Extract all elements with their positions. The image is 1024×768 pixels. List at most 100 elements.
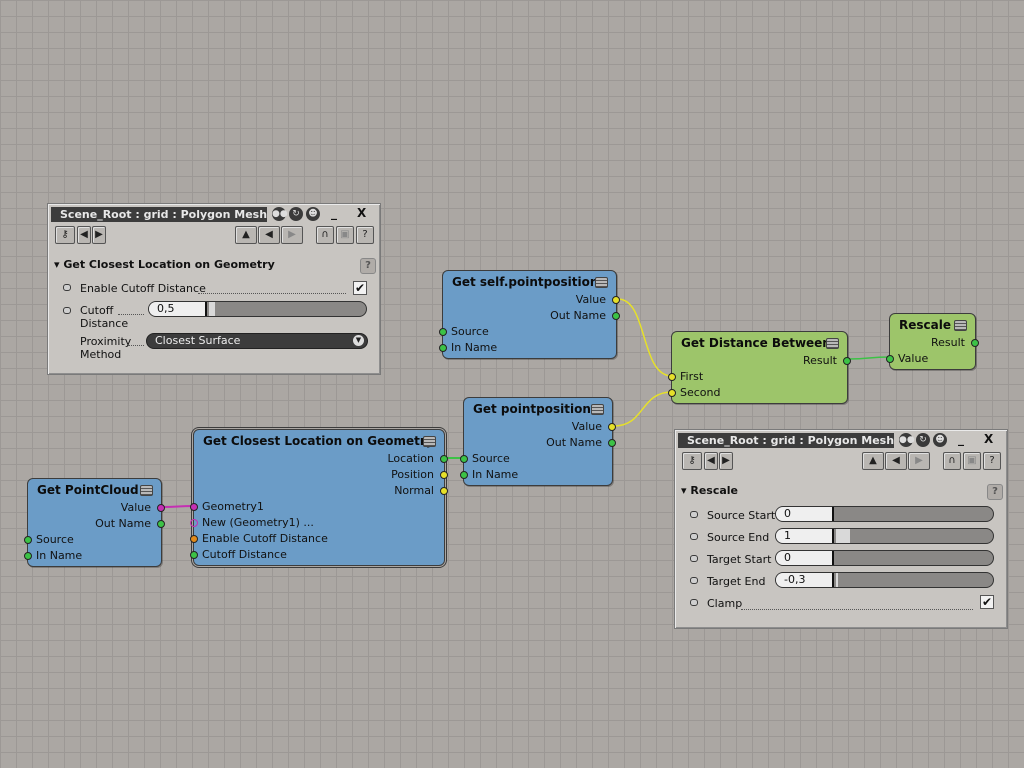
out-port-location[interactable] (440, 455, 448, 463)
node-get-self-pointposition[interactable]: Get self.pointposition Value Out Name So… (439, 270, 620, 359)
in-port-cutoff-distance[interactable] (190, 551, 198, 559)
node-menu-icon[interactable] (423, 436, 436, 447)
in-port-second[interactable] (668, 389, 676, 397)
minimize-button[interactable]: _ (331, 206, 337, 220)
source-end-slider[interactable]: 1 (775, 528, 994, 544)
section-help-icon[interactable]: ? (987, 484, 1003, 500)
target-end-slider[interactable]: -0,3 (775, 572, 994, 588)
enable-cutoff-label: Enable Cutoff Distance (80, 282, 206, 295)
clamp-checkbox[interactable]: ✔ (980, 595, 994, 609)
up-arrow-icon[interactable]: ▲ (235, 226, 257, 244)
in-port-enable-cutoff[interactable] (190, 535, 198, 543)
out-port-out-name[interactable] (612, 312, 620, 320)
in-port-source[interactable] (439, 328, 447, 336)
in-port-in-name[interactable] (439, 344, 447, 352)
left-arrow-icon[interactable]: ◀ (258, 226, 280, 244)
cutoff-distance-slider[interactable]: 0,5 (148, 301, 367, 317)
help-icon[interactable]: ? (983, 452, 1001, 470)
target-start-slider[interactable]: 0 (775, 550, 994, 566)
out-port-label-out-name: Out Name (95, 517, 151, 530)
key-icon[interactable]: ⚷ (55, 226, 75, 244)
view-icon[interactable]: ●● (899, 433, 915, 447)
up-arrow-icon[interactable]: ▲ (862, 452, 884, 470)
help-icon[interactable]: ? (356, 226, 374, 244)
prev-icon[interactable]: ◀ (77, 226, 91, 244)
lock-icon[interactable]: ▣ (963, 452, 981, 470)
magnet-icon[interactable]: ∩ (316, 226, 334, 244)
node-rescale[interactable]: Rescale Result Value (886, 313, 979, 370)
in-port-label-geometry1: Geometry1 (202, 500, 264, 513)
right-arrow-icon[interactable]: ▶ (281, 226, 303, 244)
node-menu-icon[interactable] (954, 320, 967, 331)
in-port-in-name[interactable] (460, 471, 468, 479)
property-panel-rescale[interactable]: Scene_Root : grid : Polygon Mesh : ... ●… (674, 429, 1008, 629)
target-end-value[interactable]: -0,3 (776, 573, 834, 587)
in-port-source[interactable] (24, 536, 32, 544)
close-button[interactable]: X (984, 432, 993, 446)
out-port-value[interactable] (157, 504, 165, 512)
animation-icon[interactable] (63, 284, 71, 291)
in-port-geometry1[interactable] (190, 503, 198, 511)
animation-icon[interactable] (690, 577, 698, 584)
out-port-label-value: Value (575, 293, 606, 306)
panel-titlebar[interactable]: Scene_Root : grid : Polygon Mesh : ... ●… (678, 432, 1004, 448)
section-header[interactable]: ▾ Rescale (681, 484, 738, 497)
refresh-icon[interactable]: ↻ (289, 207, 303, 221)
animation-icon[interactable] (690, 599, 698, 606)
target-start-value[interactable]: 0 (776, 551, 834, 565)
section-header[interactable]: ▾ Get Closest Location on Geometry (54, 258, 275, 271)
animation-icon[interactable] (690, 555, 698, 562)
close-button[interactable]: X (357, 206, 366, 220)
node-menu-icon[interactable] (591, 404, 604, 415)
minimize-button[interactable]: _ (958, 432, 964, 446)
out-port-position[interactable] (440, 471, 448, 479)
out-port-value[interactable] (608, 423, 616, 431)
property-panel-closest-location[interactable]: Scene_Root : grid : Polygon Mesh : ... ●… (47, 203, 381, 375)
node-menu-icon[interactable] (140, 485, 153, 496)
node-get-closest-location[interactable]: Get Closest Location on Geometry Locatio… (190, 429, 448, 566)
right-arrow-icon[interactable]: ▶ (908, 452, 930, 470)
proximity-method-dropdown[interactable]: Closest Surface ▼ (146, 333, 368, 349)
node-get-distance-between[interactable]: Get Distance Between Result First Second (668, 331, 851, 404)
out-port-normal[interactable] (440, 487, 448, 495)
source-end-value[interactable]: 1 (776, 529, 834, 543)
animation-icon[interactable] (63, 307, 71, 314)
in-port-source[interactable] (460, 455, 468, 463)
out-port-result[interactable] (843, 357, 851, 365)
user-icon[interactable]: ☻ (933, 433, 947, 447)
in-port-label-source: Source (472, 452, 510, 465)
left-arrow-icon[interactable]: ◀ (885, 452, 907, 470)
dotted-leader (128, 345, 144, 346)
enable-cutoff-checkbox[interactable]: ✔ (353, 281, 367, 295)
out-port-label-location: Location (387, 452, 434, 465)
node-get-pointcloud[interactable]: Get PointCloud Value Out Name Source In … (24, 478, 165, 567)
prev-icon[interactable]: ◀ (704, 452, 718, 470)
in-port-new-geometry1[interactable] (190, 519, 198, 527)
section-help-icon[interactable]: ? (360, 258, 376, 274)
next-icon[interactable]: ▶ (719, 452, 733, 470)
in-port-value[interactable] (886, 355, 894, 363)
next-icon[interactable]: ▶ (92, 226, 106, 244)
out-port-out-name[interactable] (608, 439, 616, 447)
user-icon[interactable]: ☻ (306, 207, 320, 221)
panel-titlebar[interactable]: Scene_Root : grid : Polygon Mesh : ... ●… (51, 206, 377, 222)
in-port-in-name[interactable] (24, 552, 32, 560)
node-get-pointposition[interactable]: Get pointposition Value Out Name Source … (460, 397, 616, 486)
in-port-first[interactable] (668, 373, 676, 381)
out-port-label-position: Position (391, 468, 434, 481)
animation-icon[interactable] (690, 511, 698, 518)
out-port-out-name[interactable] (157, 520, 165, 528)
source-start-value[interactable]: 0 (776, 507, 834, 521)
animation-icon[interactable] (690, 533, 698, 540)
source-start-slider[interactable]: 0 (775, 506, 994, 522)
key-icon[interactable]: ⚷ (682, 452, 702, 470)
view-icon[interactable]: ●● (272, 207, 288, 221)
node-menu-icon[interactable] (826, 338, 839, 349)
out-port-value[interactable] (612, 296, 620, 304)
cutoff-distance-value[interactable]: 0,5 (149, 302, 207, 316)
out-port-result[interactable] (971, 339, 979, 347)
refresh-icon[interactable]: ↻ (916, 433, 930, 447)
magnet-icon[interactable]: ∩ (943, 452, 961, 470)
node-menu-icon[interactable] (595, 277, 608, 288)
lock-icon[interactable]: ▣ (336, 226, 354, 244)
